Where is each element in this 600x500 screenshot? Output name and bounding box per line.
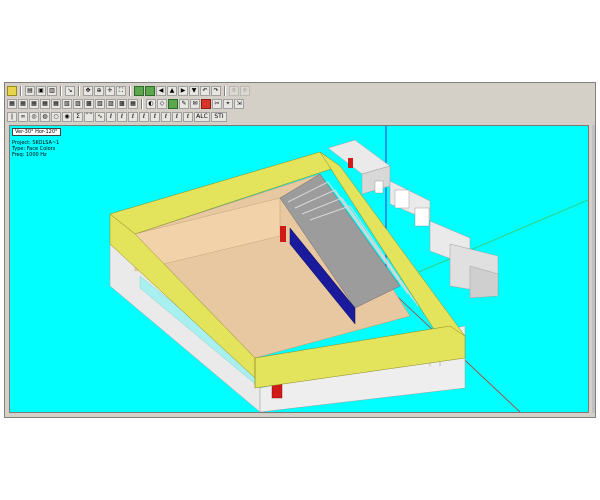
- circle-icon[interactable]: ○: [51, 112, 61, 122]
- print-icon[interactable]: ▤: [25, 86, 35, 96]
- grid-icon[interactable]: ▦: [40, 99, 50, 109]
- level-icon[interactable]: ℓ: [106, 112, 116, 122]
- move-icon[interactable]: ✛: [105, 86, 115, 96]
- annex-window: [394, 189, 410, 209]
- rotate-left-icon[interactable]: ◀: [156, 86, 166, 96]
- zoom-icon[interactable]: ⊕: [94, 86, 104, 96]
- grid-icon[interactable]: ▦: [29, 99, 39, 109]
- tree-icon[interactable]: [145, 86, 155, 96]
- redo-icon[interactable]: ↷: [211, 86, 221, 96]
- select-icon[interactable]: ◇: [157, 99, 167, 109]
- sti-button[interactable]: STI: [211, 112, 227, 122]
- alc-button[interactable]: ALC: [194, 112, 210, 122]
- layer-icon[interactable]: ▧: [62, 99, 72, 109]
- undo-icon[interactable]: ↶: [200, 86, 210, 96]
- scene-icon[interactable]: ☼: [240, 86, 250, 96]
- erase-icon[interactable]: ✂: [212, 99, 222, 109]
- receiver-icon[interactable]: ✉: [190, 99, 200, 109]
- toolbar-separator: [78, 86, 80, 96]
- annex-window: [374, 180, 384, 194]
- toolbar-separator: [141, 99, 143, 109]
- fit-icon[interactable]: ⛶: [116, 86, 126, 96]
- globe-icon[interactable]: [134, 86, 144, 96]
- building-model: [109, 126, 588, 412]
- level-icon[interactable]: ℓ: [183, 112, 193, 122]
- delete-icon[interactable]: [201, 99, 211, 109]
- toolbar-separator: [224, 86, 226, 96]
- layer-icon[interactable]: ▨: [106, 99, 116, 109]
- toolbar-separator: [129, 86, 131, 96]
- pan-icon[interactable]: ✥: [83, 86, 93, 96]
- level-icon[interactable]: ℓ: [150, 112, 160, 122]
- level-icon[interactable]: ℓ: [161, 112, 171, 122]
- curve-icon[interactable]: ∿: [95, 112, 105, 122]
- application-window: ▤ ▣ ▥ ↘ ✥ ⊕ ✛ ⛶ ◀ ▲ ▶ ▼ ↶ ↷ ☼ ☼ ▦ ▦ ▦ ▦ …: [4, 82, 596, 418]
- toolbar-row-3: ǀ ∞ ◎ ◍ ○ ◉ Σ ⌒ ∿ ℓ ℓ ℓ ℓ ℓ ℓ ℓ ℓ ALC ST…: [5, 111, 227, 123]
- layer-icon[interactable]: ▧: [95, 99, 105, 109]
- target-icon[interactable]: ◉: [62, 112, 72, 122]
- rotate-right-icon[interactable]: ▶: [178, 86, 188, 96]
- cursor-icon[interactable]: ⇲: [234, 99, 244, 109]
- 3d-viewport[interactable]: Ver-30° Hor-120° Project: SKOLSA~1 Type:…: [9, 125, 589, 413]
- annex-window: [414, 207, 430, 227]
- shape-icon[interactable]: [168, 99, 178, 109]
- link-icon[interactable]: ∞: [18, 112, 28, 122]
- measure-icon[interactable]: ⌖: [223, 99, 233, 109]
- level-icon[interactable]: ℓ: [172, 112, 182, 122]
- speaker-icon[interactable]: ◐: [146, 99, 156, 109]
- layer-icon[interactable]: ▩: [84, 99, 94, 109]
- paint-icon[interactable]: ✎: [179, 99, 189, 109]
- grid-icon[interactable]: ▦: [18, 99, 28, 109]
- light-icon[interactable]: ☼: [229, 86, 239, 96]
- layer-icon[interactable]: ▩: [117, 99, 127, 109]
- vertical-scrollbar[interactable]: [592, 125, 595, 413]
- level-icon[interactable]: ℓ: [117, 112, 127, 122]
- annex-red-door: [348, 158, 353, 168]
- view-angle-readout: Ver-30° Hor-120°: [12, 128, 61, 136]
- toolbar-row-2: ▦ ▦ ▦ ▦ ▦ ▧ ▨ ▩ ▧ ▨ ▩ ▦ ◐ ◇ ✎ ✉ ✂ ⌖ ⇲: [5, 98, 244, 110]
- stage-red-door: [280, 226, 286, 242]
- toolbar-row-1: ▤ ▣ ▥ ↘ ✥ ⊕ ✛ ⛶ ◀ ▲ ▶ ▼ ↶ ↷ ☼ ☼: [5, 85, 250, 97]
- arrow-icon[interactable]: ↘: [65, 86, 75, 96]
- rotate-down-icon[interactable]: ▼: [189, 86, 199, 96]
- grid-icon[interactable]: ▦: [51, 99, 61, 109]
- copy-icon[interactable]: ▣: [36, 86, 46, 96]
- sigma-icon[interactable]: Σ: [73, 112, 83, 122]
- arc-icon[interactable]: ⌒: [84, 112, 94, 122]
- frequency-label: Freq: 1000 Hz: [12, 152, 47, 158]
- level-icon[interactable]: ℓ: [139, 112, 149, 122]
- rotate-up-icon[interactable]: ▲: [167, 86, 177, 96]
- level-icon[interactable]: ℓ: [128, 112, 138, 122]
- camera-icon[interactable]: [7, 86, 17, 96]
- toolbar-separator: [60, 86, 62, 96]
- grid-icon[interactable]: ▦: [7, 99, 17, 109]
- audio-icon[interactable]: ◎: [29, 112, 39, 122]
- sphere-icon[interactable]: ◍: [40, 112, 50, 122]
- layer-icon[interactable]: ▨: [73, 99, 83, 109]
- paste-icon[interactable]: ▥: [47, 86, 57, 96]
- info-icon[interactable]: ǀ: [7, 112, 17, 122]
- layer-icon[interactable]: ▦: [128, 99, 138, 109]
- toolbar-separator: [20, 86, 22, 96]
